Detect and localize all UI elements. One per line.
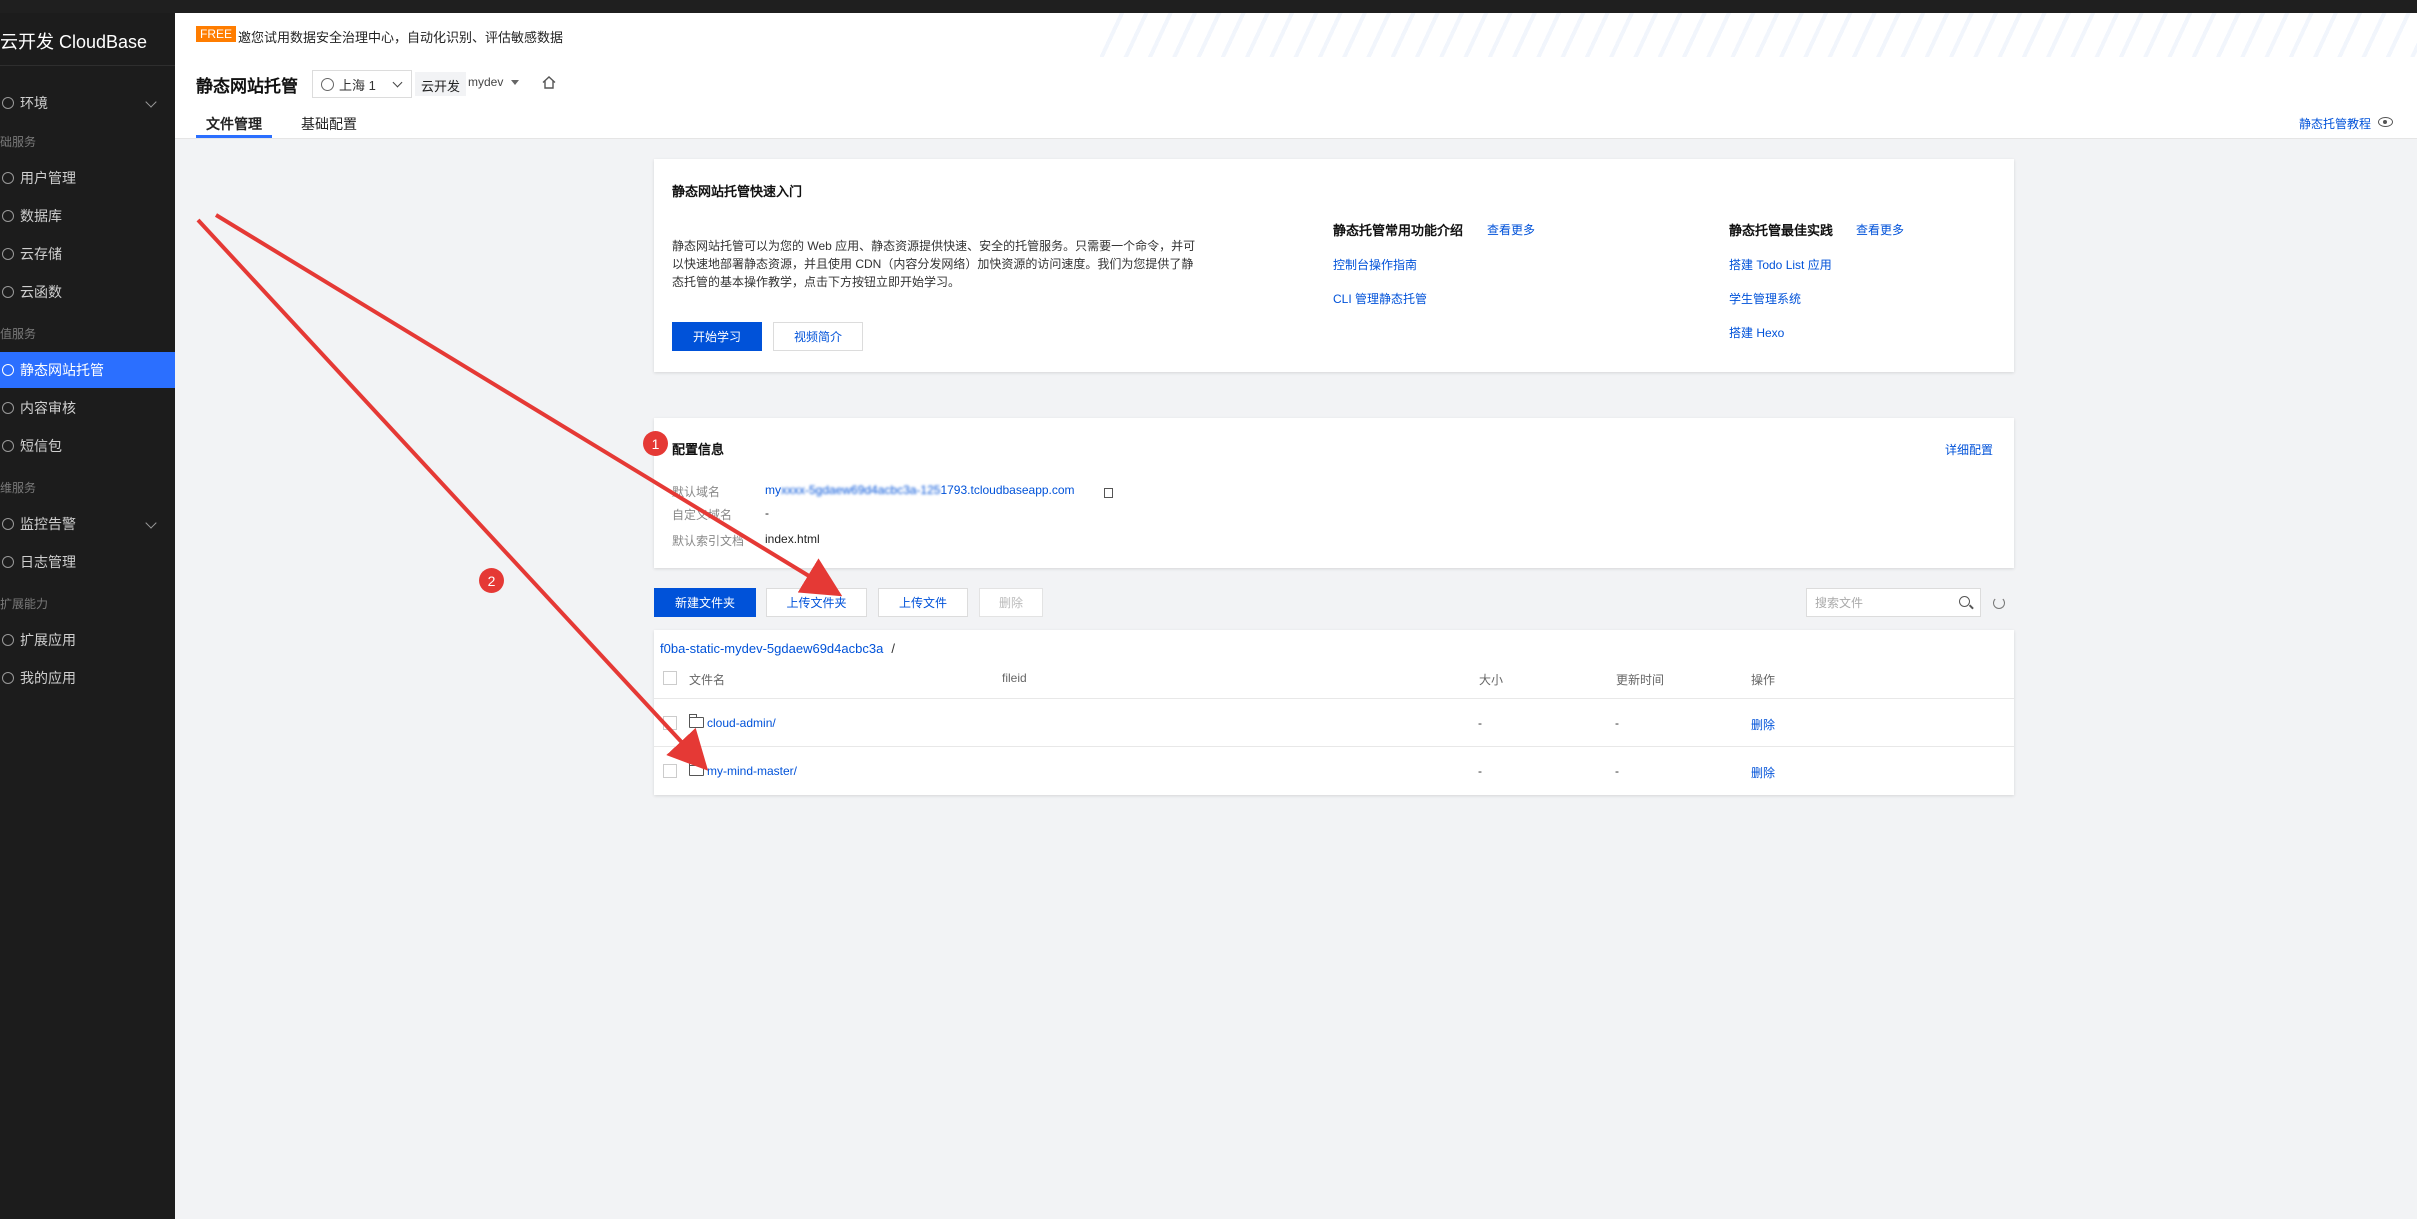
annotation-badge-1: 1: [643, 431, 668, 456]
annotation-arrows: [196, 213, 843, 771]
arrow-to-my-mind-master: [196, 218, 709, 771]
arrow-to-upload-folder: [214, 213, 843, 597]
annotation-badge-2: 2: [479, 568, 504, 593]
